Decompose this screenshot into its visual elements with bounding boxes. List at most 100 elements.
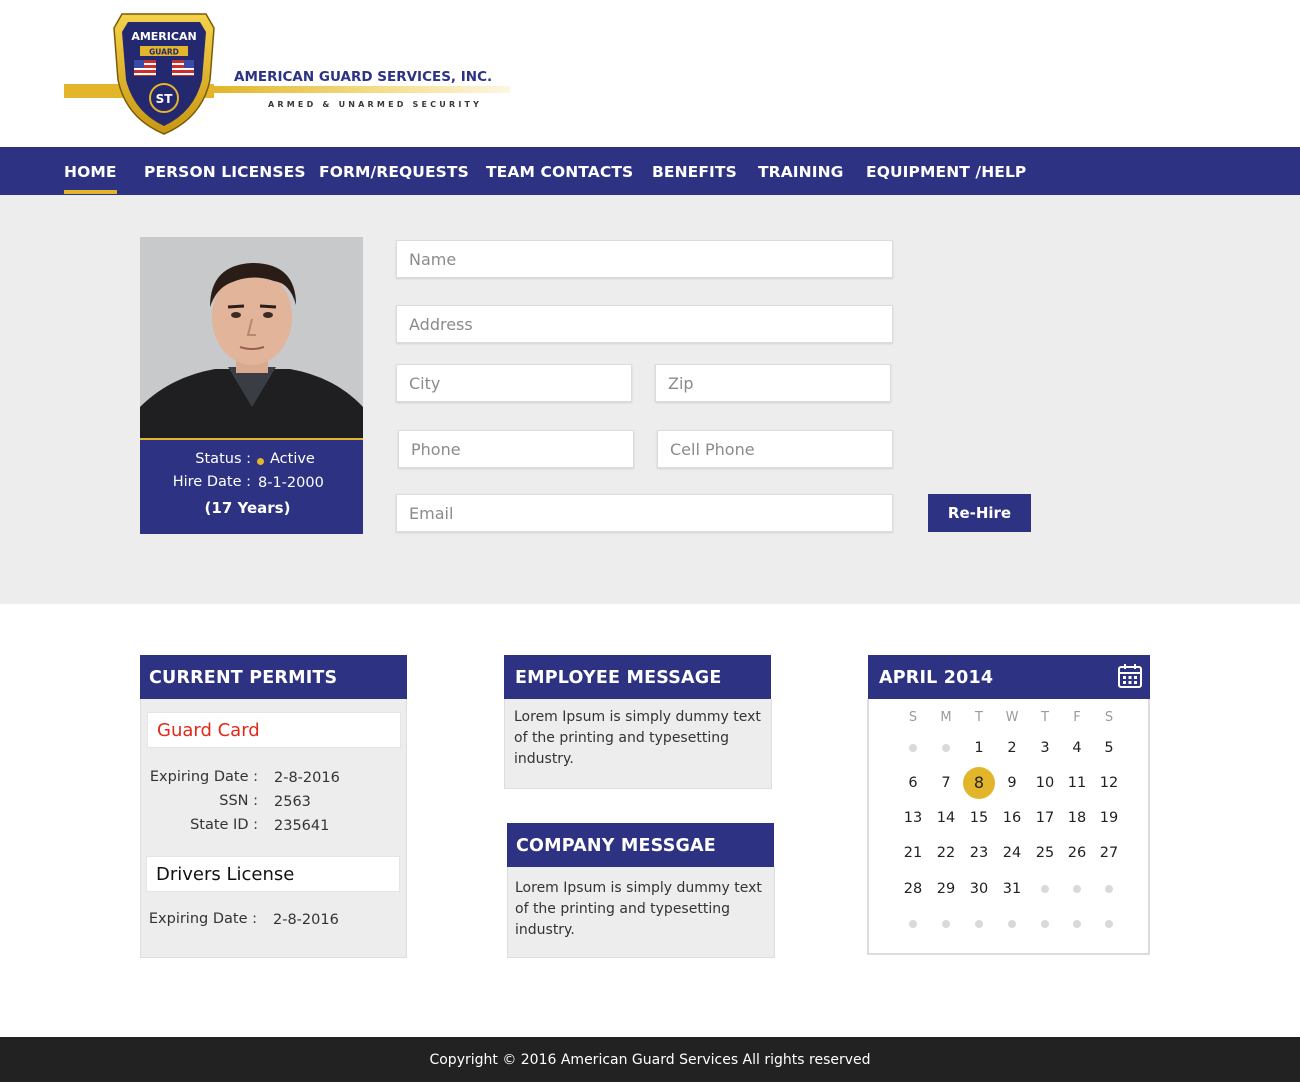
calendar-day[interactable]: 31 — [996, 873, 1028, 905]
calendar-weekday: F — [1073, 710, 1081, 725]
status-label: Status : — [195, 451, 251, 467]
seal-top-text: AMERICAN — [131, 30, 196, 43]
hire-date-value: 8-1-2000 — [258, 475, 324, 491]
city-input[interactable] — [396, 364, 632, 402]
calendar-day[interactable]: 6 — [897, 767, 929, 799]
ssn-value: 2563 — [274, 794, 311, 810]
calendar-empty-day — [942, 920, 950, 928]
nav-home[interactable]: HOME — [64, 147, 117, 195]
cell-phone-input[interactable] — [657, 430, 893, 468]
state-id-label: State ID : — [190, 817, 258, 833]
calendar-empty-day — [1105, 920, 1113, 928]
calendar-day[interactable]: 26 — [1061, 837, 1093, 869]
calendar-day[interactable]: 13 — [897, 802, 929, 834]
calendar-day[interactable]: 29 — [930, 873, 962, 905]
calendar-day[interactable]: 2 — [996, 732, 1028, 764]
calendar-day[interactable]: 28 — [897, 873, 929, 905]
footer: Copyright © 2016 American Guard Services… — [0, 1037, 1300, 1082]
calendar-empty-day — [1041, 920, 1049, 928]
employee-message-header: EMPLOYEE MESSAGE — [504, 655, 771, 699]
guard-expiring-label: Expiring Date : — [149, 769, 258, 785]
calendar-day[interactable]: 14 — [930, 802, 962, 834]
calendar-header: APRIL 2014 — [868, 655, 1150, 699]
nav-training[interactable]: TRAINING — [758, 147, 844, 195]
address-input[interactable] — [396, 305, 893, 343]
status-value: Active — [270, 451, 315, 467]
calendar-icon[interactable] — [1117, 663, 1143, 689]
calendar-day[interactable]: 3 — [1029, 732, 1061, 764]
phone-input[interactable] — [398, 430, 634, 468]
calendar-weekday: T — [975, 710, 983, 725]
drivers-license-title: Drivers License — [146, 856, 400, 892]
permits-header: CURRENT PERMITS — [140, 655, 407, 699]
company-name: AMERICAN GUARD SERVICES, INC. — [234, 69, 492, 85]
calendar-empty-day — [1041, 885, 1049, 893]
calendar-weekday: W — [1005, 710, 1019, 725]
company-logo[interactable]: AMERICAN GUARD ST AMERICAN GUARD SERVICE… — [64, 10, 514, 136]
calendar-empty-day — [1008, 920, 1016, 928]
calendar-day[interactable]: 5 — [1093, 732, 1125, 764]
calendar-day[interactable]: 9 — [996, 767, 1028, 799]
calendar-day[interactable]: 11 — [1061, 767, 1093, 799]
nav-form-requests[interactable]: FORM/REQUESTS — [319, 147, 469, 195]
calendar-day[interactable]: 21 — [897, 837, 929, 869]
calendar-day[interactable]: 23 — [963, 837, 995, 869]
company-tagline: ARMED & UNARMED SECURITY — [268, 100, 482, 109]
calendar-day[interactable]: 7 — [930, 767, 962, 799]
company-message-header: COMPANY MESSGAE — [507, 823, 774, 867]
hire-date-label: Hire Date : — [172, 474, 251, 490]
main-nav: HOME PERSON LICENSES FORM/REQUESTS TEAM … — [0, 147, 1300, 195]
rehire-button[interactable]: Re-Hire — [928, 494, 1031, 532]
calendar-day-today[interactable]: 8 — [963, 767, 995, 799]
calendar-day[interactable]: 22 — [930, 837, 962, 869]
status-card: Status : Active Hire Date : 8-1-2000 (17… — [140, 440, 363, 534]
name-input[interactable] — [396, 240, 893, 278]
calendar-weekday: T — [1041, 710, 1049, 725]
tenure-text: (17 Years) — [204, 499, 291, 517]
calendar-day[interactable]: 1 — [963, 732, 995, 764]
calendar-month-title: APRIL 2014 — [879, 668, 994, 688]
zip-input[interactable] — [655, 364, 891, 402]
guard-expiring-value: 2-8-2016 — [274, 770, 340, 786]
calendar-empty-day — [942, 744, 950, 752]
calendar-day[interactable]: 15 — [963, 802, 995, 834]
calendar-day[interactable]: 4 — [1061, 732, 1093, 764]
seal-banner-text: GUARD — [149, 48, 179, 57]
nav-team-contacts[interactable]: TEAM CONTACTS — [486, 147, 633, 195]
header: AMERICAN GUARD ST AMERICAN GUARD SERVICE… — [0, 0, 1300, 147]
calendar-empty-day — [975, 920, 983, 928]
guard-card-title: Guard Card — [147, 712, 401, 748]
nav-benefits[interactable]: BENEFITS — [652, 147, 737, 195]
calendar-day[interactable]: 10 — [1029, 767, 1061, 799]
dl-expiring-value: 2-8-2016 — [273, 912, 339, 928]
seal-center-text: ST — [156, 92, 174, 106]
calendar-day[interactable]: 12 — [1093, 767, 1125, 799]
dl-expiring-label: Expiring Date : — [148, 911, 257, 927]
calendar-empty-day — [1073, 885, 1081, 893]
company-message-panel: Lorem Ipsum is simply dummy text of the … — [507, 867, 775, 958]
email-input[interactable] — [396, 494, 893, 532]
status-dot-icon — [257, 458, 264, 465]
calendar-empty-day — [909, 744, 917, 752]
calendar-day[interactable]: 27 — [1093, 837, 1125, 869]
calendar-day[interactable]: 25 — [1029, 837, 1061, 869]
employee-message-panel: Lorem Ipsum is simply dummy text of the … — [504, 699, 772, 789]
company-message-text: Lorem Ipsum is simply dummy text of the … — [515, 880, 762, 938]
calendar-weekday: S — [908, 710, 918, 725]
state-id-value: 235641 — [274, 818, 330, 834]
calendar-day[interactable]: 18 — [1061, 802, 1093, 834]
calendar-day[interactable]: 19 — [1093, 802, 1125, 834]
ssn-label: SSN : — [219, 793, 258, 809]
calendar-weekday: M — [940, 710, 952, 725]
calendar-day[interactable]: 16 — [996, 802, 1028, 834]
calendar-day[interactable]: 30 — [963, 873, 995, 905]
calendar-weekday: S — [1104, 710, 1114, 725]
copyright-text: Copyright © 2016 American Guard Services… — [429, 1052, 871, 1068]
calendar-day[interactable]: 17 — [1029, 802, 1061, 834]
nav-person-licenses[interactable]: PERSON LICENSES — [144, 147, 306, 195]
nav-equipment-help[interactable]: EQUIPMENT /HELP — [866, 147, 1026, 195]
calendar-day[interactable]: 24 — [996, 837, 1028, 869]
calendar-empty-day — [1105, 885, 1113, 893]
employee-message-text: Lorem Ipsum is simply dummy text of the … — [514, 709, 761, 767]
calendar-empty-day — [909, 920, 917, 928]
